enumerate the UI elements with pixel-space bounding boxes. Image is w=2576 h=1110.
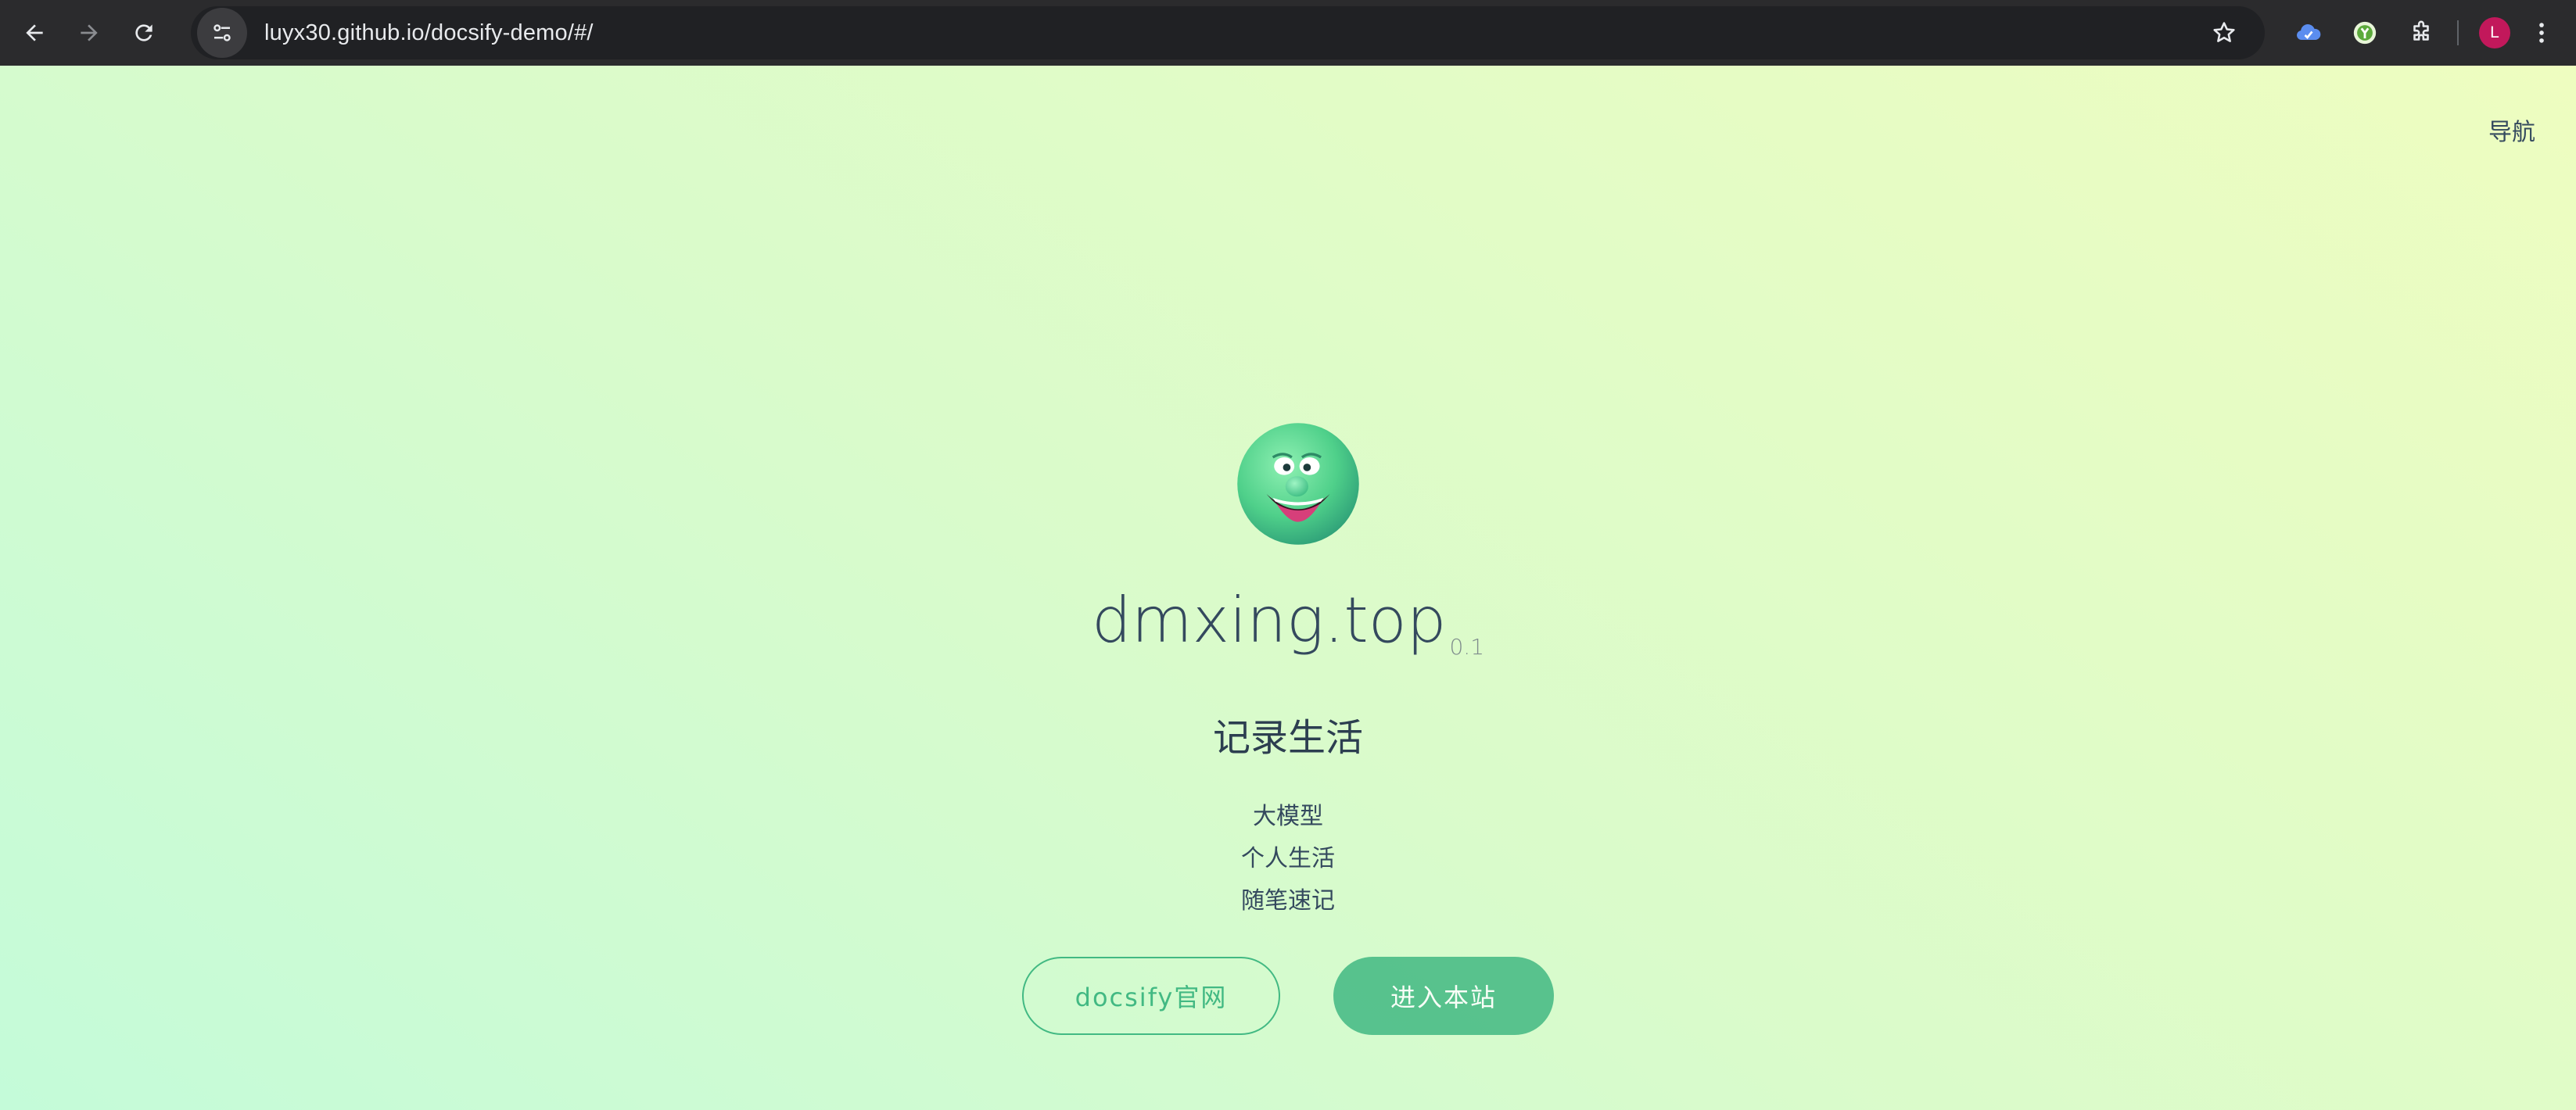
feature-item: 个人生活 — [1241, 845, 1335, 872]
version-label: 0.1 — [1449, 634, 1485, 660]
url-text[interactable]: luyx30.github.io/docsify-demo/#/ — [264, 20, 594, 46]
feature-item: 随笔速记 — [1241, 887, 1335, 915]
reload-button[interactable] — [119, 8, 169, 58]
arrow-left-icon — [26, 24, 43, 41]
cloud-extension-icon — [2297, 24, 2321, 40]
tagline: 记录生活 — [1212, 716, 1363, 760]
cloud-extension-button[interactable] — [2284, 8, 2334, 58]
profile-button[interactable]: L — [2470, 8, 2520, 58]
avatar: L — [2479, 17, 2510, 48]
cover-section: dmxing.top 0.1 记录生活 大模型 个人生活 随笔速记 docsify… — [0, 66, 2576, 1110]
cover-buttons: docsify官网 进入本站 — [0, 957, 2576, 1035]
browser-menu-button[interactable] — [2526, 8, 2557, 58]
star-icon — [2213, 22, 2235, 42]
tune-icon — [213, 24, 231, 41]
enter-site-button[interactable]: 进入本站 — [1333, 957, 1554, 1035]
feature-item: 大模型 — [1253, 803, 1323, 830]
address-bar[interactable]: luyx30.github.io/docsify-demo/#/ — [191, 6, 2265, 59]
toolbar-divider — [2457, 20, 2459, 45]
page-viewport: 导航 dmxing.top 0.1 记录生活 大模型 个人生活 随笔速记 doc… — [0, 66, 2576, 1110]
docsify-site-button[interactable]: docsify官网 — [1022, 957, 1280, 1035]
forward-button[interactable] — [64, 8, 114, 58]
green-extension-button[interactable] — [2340, 8, 2390, 58]
extensions-area: L — [2284, 0, 2563, 66]
reload-icon — [135, 24, 152, 41]
arrow-right-icon — [81, 24, 98, 41]
puzzle-icon — [2413, 20, 2429, 41]
kebab-menu-icon — [2539, 23, 2544, 43]
back-button[interactable] — [9, 8, 59, 58]
site-info-button[interactable] — [197, 8, 247, 58]
extensions-button[interactable] — [2396, 8, 2446, 58]
browser-toolbar: luyx30.github.io/docsify-demo/#/ L — [0, 0, 2576, 66]
site-title: dmxing.top 0.1 — [0, 582, 2576, 686]
feature-list: 大模型 个人生活 随笔速记 — [0, 796, 2576, 922]
smiley-logo-icon — [1235, 421, 1362, 547]
site-title-text: dmxing.top — [1091, 584, 1447, 657]
bookmark-button[interactable] — [2199, 8, 2249, 58]
green-extension-icon — [2353, 21, 2377, 45]
